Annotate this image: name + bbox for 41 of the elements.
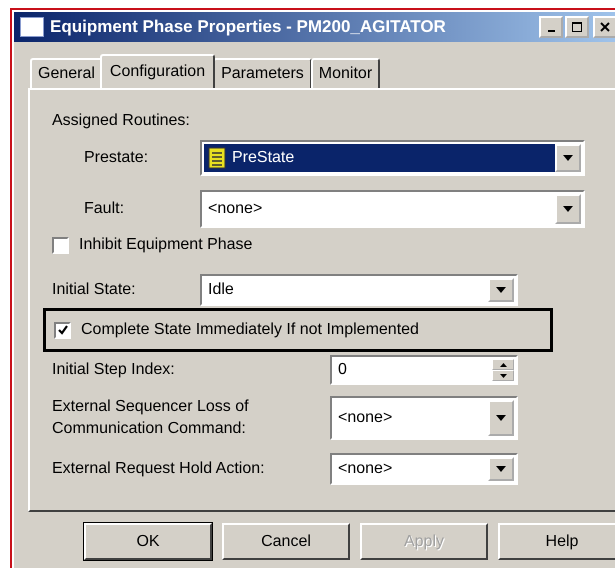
minimize-button[interactable] <box>539 16 563 38</box>
initial-state-dropdown[interactable]: Idle <box>200 274 518 306</box>
field-label: Initial Step Index: <box>52 361 176 379</box>
close-button[interactable] <box>593 16 615 38</box>
dialog-button[interactable]: Cancel <box>222 523 350 560</box>
minimize-icon <box>548 30 554 32</box>
hold-action-dropdown[interactable]: <none> <box>330 453 518 485</box>
checkbox[interactable] <box>54 322 71 338</box>
field-label: Prestate: <box>83 149 150 167</box>
tab[interactable]: Configuration <box>100 54 216 88</box>
maximize-icon <box>571 21 583 33</box>
checkbox-label: Complete State Immediately If not Implemented <box>81 321 419 339</box>
dropdown-value: <none> <box>208 200 262 218</box>
maximize-button[interactable] <box>565 16 589 38</box>
window-icon <box>20 17 44 37</box>
dropdown-value: <none> <box>338 460 392 478</box>
tab[interactable]: General <box>30 58 103 88</box>
spin-up-icon[interactable] <box>492 359 514 370</box>
field-label: External Sequencer Loss of Communication Command: <box>52 397 250 439</box>
dropdown-value: PreState <box>232 149 294 167</box>
field-label: External Request Hold Action: <box>52 460 266 478</box>
loss-command-dropdown[interactable]: <none> <box>330 396 518 440</box>
dialog-button[interactable]: OK <box>84 523 212 560</box>
step-index-spinner[interactable]: 0 <box>330 355 518 385</box>
tab[interactable]: Monitor <box>310 58 380 88</box>
checkbox[interactable] <box>52 236 69 254</box>
tab[interactable]: Parameters <box>213 58 312 88</box>
field-label: Fault: <box>83 200 126 218</box>
close-icon <box>599 21 611 33</box>
dropdown-value: <none> <box>338 409 392 427</box>
checkbox-label: Inhibit Equipment Phase <box>79 236 252 254</box>
field-label: Initial State: <box>52 281 137 299</box>
window-title: Equipment Phase Properties - PM200_AGITATOR <box>50 17 447 37</box>
section-label: Assigned Routines: <box>52 112 190 130</box>
spin-down-icon[interactable] <box>492 370 514 381</box>
spinner-value: 0 <box>338 361 347 379</box>
prestate-dropdown[interactable]: PreState <box>200 140 585 176</box>
fault-dropdown[interactable]: <none> <box>200 190 585 228</box>
routine-icon <box>208 147 226 169</box>
dropdown-value: Idle <box>208 281 234 299</box>
dialog-button[interactable]: Help <box>498 523 615 560</box>
